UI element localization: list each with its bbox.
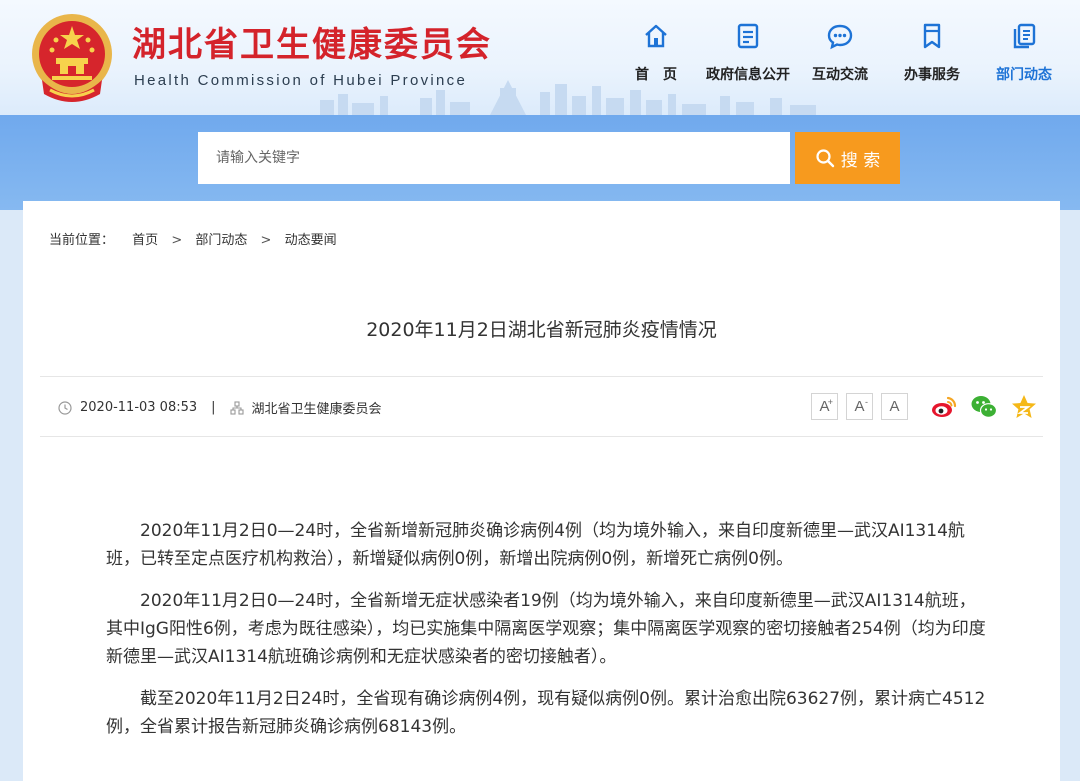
font-increase-button[interactable]: A + [811,393,838,420]
article-meta: 2020-11-03 08:53 | 湖北省卫生健康委员会 [58,398,382,417]
article-source: 湖北省卫生健康委员会 [251,402,382,417]
nav-label-services: 办事服务 [904,67,960,83]
font-increase-mark: + [827,397,833,407]
font-decrease-label: A [854,398,865,415]
article-paragraph: 2020年11月2日0—24时，全省新增新冠肺炎确诊病例4例（均为境外输入，来自… [106,521,965,569]
search-button[interactable]: 搜 索 [795,132,900,184]
nav-item-interaction[interactable]: 互动交流 [794,22,886,84]
chat-icon [827,24,853,50]
breadcrumb: 当前位置： 首页 > 部门动态 > 动态要闻 [49,229,337,248]
weibo-icon[interactable] [930,393,958,421]
meta-separator: | [211,400,216,415]
favorite-star-icon[interactable] [1010,393,1038,421]
share-icons [930,393,1038,421]
font-reset-button[interactable]: A [881,393,908,420]
search-band: 搜 索 [0,115,1080,210]
main-nav: 首 页 政府信息公开 互动交流 办事服务 部门动态 [610,22,1070,84]
article-date: 2020-11-03 08:53 [80,400,198,415]
breadcrumb-separator: > [260,233,272,248]
nav-item-home[interactable]: 首 页 [610,22,702,84]
copy-icon [1013,23,1036,49]
breadcrumb-dept-news[interactable]: 部门动态 [195,229,247,248]
search-input[interactable] [198,132,790,184]
nav-item-dept-news[interactable]: 部门动态 [978,22,1070,84]
article-meta-bar: 2020-11-03 08:53 | 湖北省卫生健康委员会 A + A- A [40,376,1043,437]
breadcrumb-home[interactable]: 首页 [132,229,158,248]
nav-item-gov-info[interactable]: 政府信息公开 [702,22,794,84]
breadcrumb-headlines[interactable]: 动态要闻 [285,229,337,248]
nav-label-dept-news: 部门动态 [996,67,1052,83]
document-icon [737,23,759,49]
national-emblem-logo [32,14,112,102]
nav-label-gov-info: 政府信息公开 [706,67,790,83]
article-paragraph: 截至2020年11月2日24时，全省现有确诊病例4例，现有疑似病例0例。累计治愈… [106,689,986,737]
site-subtitle: Health Commission of Hubei Province [134,72,468,89]
site-title[interactable]: 湖北省卫生健康委员会 [132,17,492,66]
breadcrumb-prefix: 当前位置： [49,233,115,248]
bookmark-icon [923,23,941,49]
search-icon [816,149,834,168]
font-reset-label: A [889,398,900,415]
article-paragraph: 2020年11月2日0—24时，全省新增无症状感染者19例（均为境外输入，来自印… [106,591,986,667]
search-button-label: 搜 索 [840,150,881,171]
wechat-icon[interactable] [970,393,998,421]
font-size-controls: A + A- A [811,393,908,420]
nav-item-services[interactable]: 办事服务 [886,22,978,84]
nav-label-interaction: 互动交流 [812,67,868,83]
breadcrumb-separator: > [171,233,183,248]
article-body: 2020年11月2日0—24时，全省新增新冠肺炎确诊病例4例（均为境外输入，来自… [106,517,986,755]
site-header: 湖北省卫生健康委员会 Health Commission of Hubei Pr… [0,0,1080,115]
font-decrease-mark: - [865,397,868,407]
content-card: 当前位置： 首页 > 部门动态 > 动态要闻 2020年11月2日湖北省新冠肺炎… [23,201,1060,781]
home-icon [645,24,667,48]
nav-label-home: 首 页 [635,67,677,83]
article-title: 2020年11月2日湖北省新冠肺炎疫情情况 [366,319,717,341]
organization-icon [229,400,244,415]
font-decrease-button[interactable]: A- [846,393,873,420]
clock-icon [58,400,72,415]
